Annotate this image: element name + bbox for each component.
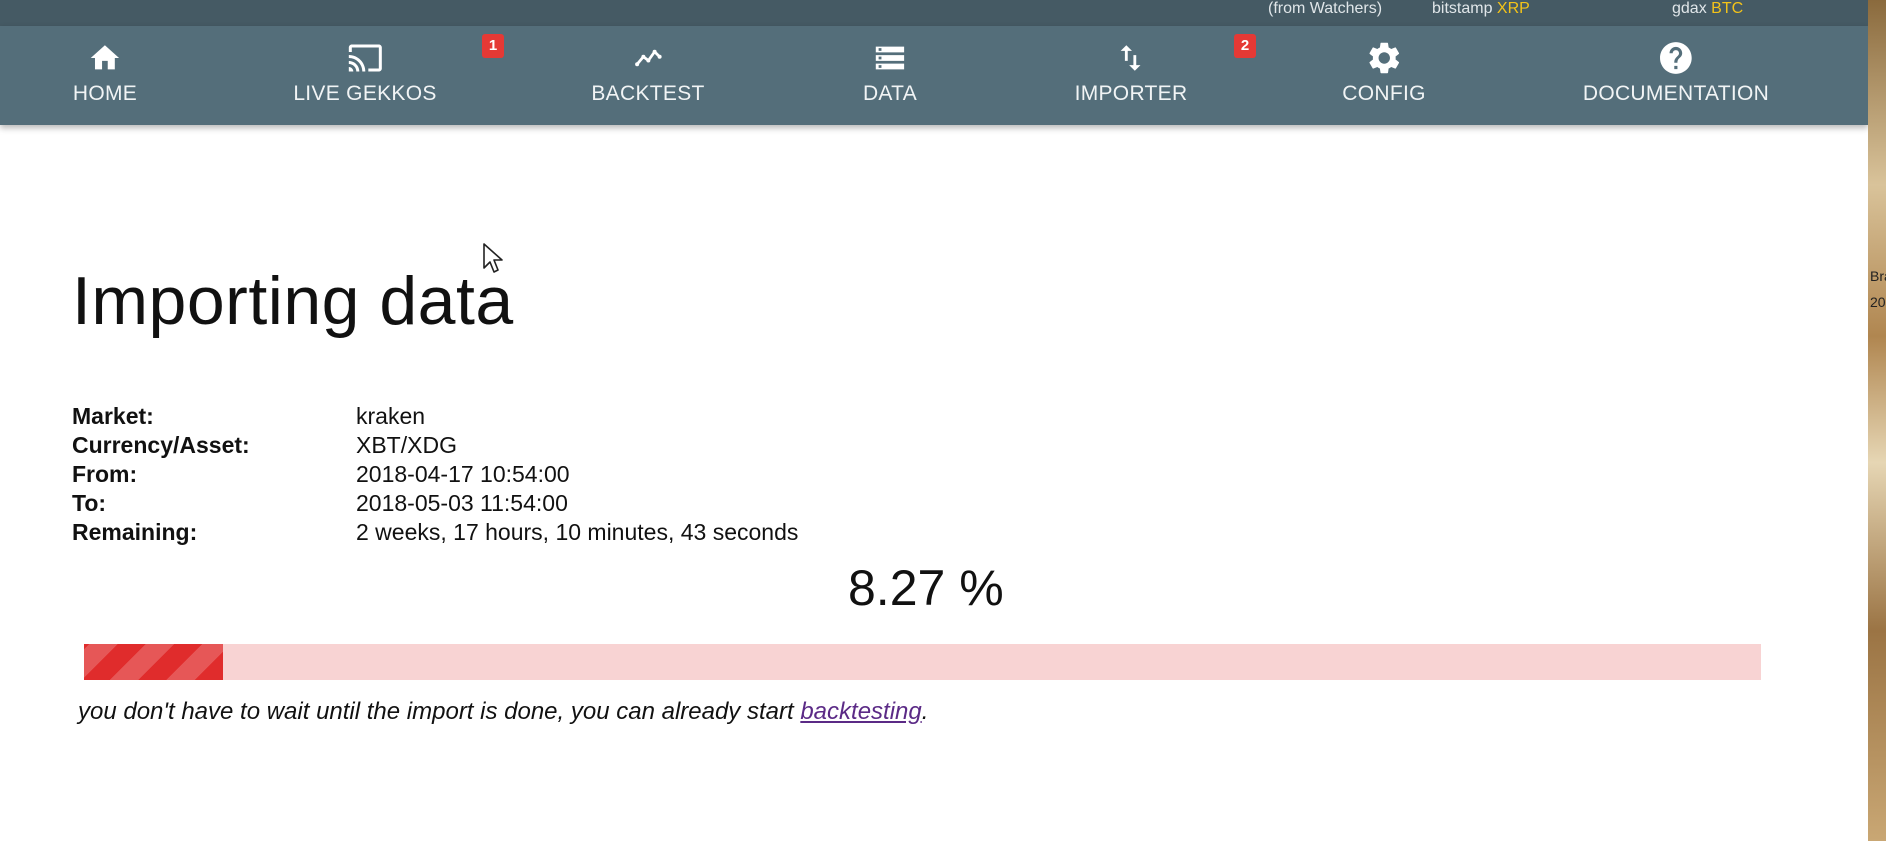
line-chart-icon [628, 40, 668, 76]
detail-row-currency-asset: Currency/Asset: XBT/XDG [72, 432, 972, 461]
nav-data[interactable]: DATA [863, 26, 917, 125]
backtest-hint: you don't have to wait until the import … [78, 698, 928, 726]
ticker-exchange: gdax [1672, 0, 1707, 17]
detail-row-remaining: Remaining: 2 weeks, 17 hours, 10 minutes… [72, 519, 972, 548]
detail-label: To: [72, 490, 107, 516]
ticker-watchers-label: (from Watchers) [1268, 0, 1383, 17]
backtesting-link[interactable]: backtesting [800, 698, 921, 725]
ticker-asset: BTC [1711, 0, 1744, 17]
import-progress-fill [84, 644, 223, 680]
detail-label: Remaining: [72, 519, 198, 545]
detail-row-to: To: 2018-05-03 11:54:00 [72, 490, 972, 519]
detail-value: XBT/XDG [356, 432, 457, 458]
nav-config-label: CONFIG [1342, 82, 1426, 105]
detail-value: 2018-05-03 11:54:00 [356, 490, 568, 516]
nav-home[interactable]: HOME [73, 26, 137, 125]
ticker-item: bitstamp XRP [1432, 0, 1530, 18]
nav-importer-label: IMPORTER [1074, 82, 1188, 105]
nav-documentation[interactable]: DOCUMENTATION [1583, 26, 1769, 125]
help-icon [1657, 40, 1695, 76]
progress-percent: 8.27 % [848, 560, 1004, 616]
nav-live-gekkos-label: LIVE GEKKOS [293, 82, 437, 105]
nav-backtest[interactable]: BACKTEST [591, 26, 704, 125]
import-export-icon [1114, 40, 1148, 76]
ticker-asset: XRP [1496, 0, 1530, 17]
detail-row-market: Market: kraken [72, 403, 972, 432]
hint-period: . [921, 698, 929, 725]
edge-text: 20 [1870, 294, 1886, 310]
storage-icon [871, 40, 909, 76]
background-window-edge: Bra 20 [1868, 0, 1886, 841]
detail-value: 2018-04-17 10:54:00 [356, 461, 570, 487]
page-title: Importing data [72, 263, 514, 339]
detail-label: Market: [72, 403, 154, 429]
main-nav: HOME LIVE GEKKOS 1 BACKTEST DATA IMPORTE… [0, 26, 1868, 125]
detail-row-from: From: 2018-04-17 10:54:00 [72, 461, 972, 490]
edge-text: Bra [1870, 268, 1886, 284]
detail-label: Currency/Asset: [72, 432, 250, 458]
detail-label: From: [72, 461, 138, 487]
ticker-exchange: bitstamp [1432, 0, 1493, 17]
import-progress-bar [84, 644, 1761, 680]
detail-value: 2 weeks, 17 hours, 10 minutes, 43 second… [356, 519, 799, 545]
hint-text: you don't have to wait until the import … [78, 698, 801, 725]
nav-config[interactable]: CONFIG [1342, 26, 1425, 125]
nav-documentation-label: DOCUMENTATION [1582, 82, 1770, 105]
detail-value: kraken [356, 403, 426, 429]
nav-backtest-label: BACKTEST [591, 82, 705, 105]
gear-icon [1365, 40, 1403, 76]
watcher-ticker: (from Watchers) bitstamp XRP gdax BTC [0, 0, 1868, 26]
nav-home-label: HOME [72, 82, 138, 105]
nav-data-label: DATA [862, 82, 918, 105]
nav-importer[interactable]: IMPORTER [1075, 26, 1188, 125]
importer-badge: 2 [1234, 34, 1256, 58]
home-icon [87, 40, 123, 76]
import-details: Market: kraken Currency/Asset: XBT/XDG F… [72, 403, 972, 548]
ticker-item: gdax BTC [1672, 0, 1743, 18]
nav-live-gekkos[interactable]: LIVE GEKKOS [293, 26, 436, 125]
cast-icon [345, 40, 385, 76]
live-gekkos-badge: 1 [482, 34, 504, 58]
